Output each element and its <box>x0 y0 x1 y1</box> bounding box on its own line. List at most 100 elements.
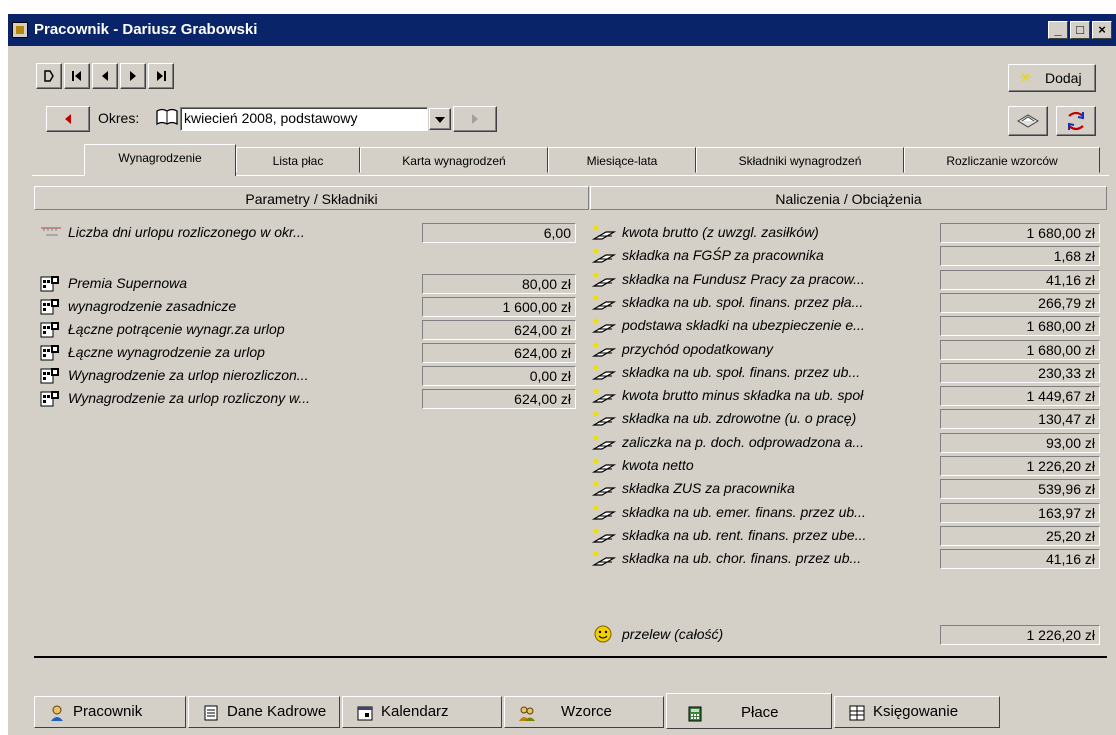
right-column-header: Naliczenia / Obciążenia <box>590 186 1107 210</box>
period-label: Okres: <box>98 110 140 126</box>
left-row-value: 1 600,00 zł <box>422 297 576 317</box>
prev-icon <box>102 71 108 81</box>
tab-rozliczanie-wzorcow[interactable]: Rozliczanie wzorców <box>904 147 1100 173</box>
tab-label: Rozliczanie wzorców <box>946 154 1058 168</box>
next-period-button[interactable] <box>453 106 497 132</box>
prev-period-button[interactable] <box>46 106 90 132</box>
right-row-value: 539,96 zł <box>940 479 1100 500</box>
ledger-icon <box>849 705 865 721</box>
right-row-label: zaliczka na p. doch. odprowadzona a... <box>622 433 865 450</box>
refresh-button[interactable] <box>1056 106 1096 136</box>
right-row-value: 1 226,20 zł <box>940 456 1100 476</box>
right-row-value: 266,79 zł <box>940 292 1100 313</box>
calculation-icon <box>591 505 617 524</box>
book-icon <box>156 108 178 129</box>
print-button[interactable] <box>1008 106 1048 136</box>
period-value: kwiecień 2008, podstawowy <box>184 110 358 126</box>
calculation-icon <box>591 528 617 547</box>
calculator-icon <box>688 706 702 722</box>
calculation-icon <box>591 295 617 314</box>
bottom-tab-label: Dane Kadrowe <box>227 703 327 720</box>
add-button[interactable]: ✳ Dodaj <box>1008 64 1096 92</box>
tab-wynagrodzenie[interactable]: Wynagrodzenie <box>84 144 236 176</box>
first-record-button[interactable] <box>64 63 90 89</box>
calculation-icon <box>591 435 617 454</box>
component-icon <box>40 298 60 319</box>
calculation-icon <box>591 272 617 291</box>
calculation-icon <box>591 248 617 267</box>
tab-label: Miesiące-lata <box>586 154 658 168</box>
tab-lista-plac[interactable]: Lista płac <box>236 147 360 173</box>
document-icon <box>204 705 218 721</box>
tab-karta-wynagrodzen[interactable]: Karta wynagrodzeń <box>360 147 548 173</box>
title-bar[interactable]: Pracownik - Dariusz Grabowski _ □ × <box>8 14 1116 46</box>
tab-label: Składniki wynagrodzeń <box>738 154 862 168</box>
left-row-label: wynagrodzenie zasadnicze <box>68 298 237 314</box>
left-row-label: Łączne potrącenie wynagr.za urlop <box>68 321 285 337</box>
bottom-tab-label: Wzorce <box>561 703 612 720</box>
new-record-button[interactable] <box>36 63 62 89</box>
right-row-value: 93,00 zł <box>940 432 1100 453</box>
app-icon <box>12 22 28 38</box>
new-record-icon <box>44 70 54 82</box>
bottom-tab-kalendarz[interactable]: Kalendarz <box>342 696 502 728</box>
tab-miesiace-lata[interactable]: Miesiące-lata <box>548 147 696 173</box>
right-row-label: podstawa składki na ubezpieczenie e... <box>622 317 865 334</box>
right-row-label: przychód opodatkowany <box>622 340 773 357</box>
left-row-value: 0,00 zł <box>422 366 576 386</box>
right-row-label: składka na Fundusz Pracy za pracow... <box>622 270 865 287</box>
last-record-button[interactable] <box>148 63 174 89</box>
bottom-tab-pracownik[interactable]: Pracownik <box>34 696 186 728</box>
component-icon <box>40 390 60 411</box>
left-row-label: Wynagrodzenie za urlop rozliczony w... <box>68 390 310 406</box>
maximize-button[interactable]: □ <box>1070 21 1090 39</box>
calculation-icon <box>591 458 617 477</box>
right-row-label: składka ZUS za pracownika <box>622 480 795 497</box>
right-row-value: 1 680,00 zł <box>940 316 1100 337</box>
next-record-button[interactable] <box>120 63 146 89</box>
right-row-value: 130,47 zł <box>940 409 1100 430</box>
bottom-tab-place[interactable]: Płace <box>666 693 832 729</box>
period-dropdown-button[interactable] <box>429 108 451 130</box>
left-row-label: Wynagrodzenie za urlop nierozliczon... <box>68 367 309 383</box>
right-row-label: składka na ub. społ. finans. przez ub... <box>622 363 861 380</box>
next-period-icon <box>472 114 478 124</box>
left-row-value: 624,00 zł <box>422 320 576 340</box>
left-row-label: Premia Supernowa <box>68 275 188 291</box>
bottom-tab-dane-kadrowe[interactable]: Dane Kadrowe <box>188 696 340 728</box>
people-icon <box>519 706 535 721</box>
right-row-value: 163,97 zł <box>940 502 1100 523</box>
prev-record-button[interactable] <box>92 63 118 89</box>
bottom-tab-ksiegowanie[interactable]: Księgowanie <box>834 696 1000 728</box>
component-icon <box>40 275 60 296</box>
transfer-value: 1 226,20 zł <box>940 625 1100 645</box>
close-button[interactable]: × <box>1092 21 1112 39</box>
component-icon <box>40 344 60 365</box>
right-row-label: składka na ub. społ. finans. przez pła..… <box>622 293 864 310</box>
ruler-icon <box>40 224 62 241</box>
right-row-value: 1 449,67 zł <box>940 386 1100 407</box>
left-row-value: 624,00 zł <box>422 389 576 409</box>
right-row-value: 1 680,00 zł <box>940 339 1100 360</box>
chevron-down-icon <box>435 117 445 123</box>
bottom-tab-wzorce[interactable]: Wzorce <box>504 696 664 728</box>
calendar-icon <box>357 706 373 721</box>
left-row-value: 80,00 zł <box>422 274 576 294</box>
calculation-icon <box>591 481 617 500</box>
calculation-icon <box>591 411 617 430</box>
tab-label: Karta wynagrodzeń <box>402 154 506 168</box>
bottom-tab-label: Płace <box>741 704 779 721</box>
calculation-icon <box>591 342 617 361</box>
minimize-button[interactable]: _ <box>1048 21 1068 39</box>
period-select[interactable]: kwiecień 2008, podstawowy <box>180 107 428 131</box>
smiley-icon <box>594 625 612 646</box>
tab-skladniki-wynagrodzen[interactable]: Składniki wynagrodzeń <box>696 147 904 173</box>
transfer-label: przelew (całość) <box>622 626 724 642</box>
calculation-icon <box>591 365 617 384</box>
calculation-icon <box>591 551 617 570</box>
first-icon <box>72 71 81 81</box>
left-row-label: Łączne wynagrodzenie za urlop <box>68 344 265 360</box>
panel-divider <box>34 656 1107 658</box>
right-row-label: kwota netto <box>622 457 694 473</box>
right-row-value: 230,33 zł <box>940 362 1100 383</box>
